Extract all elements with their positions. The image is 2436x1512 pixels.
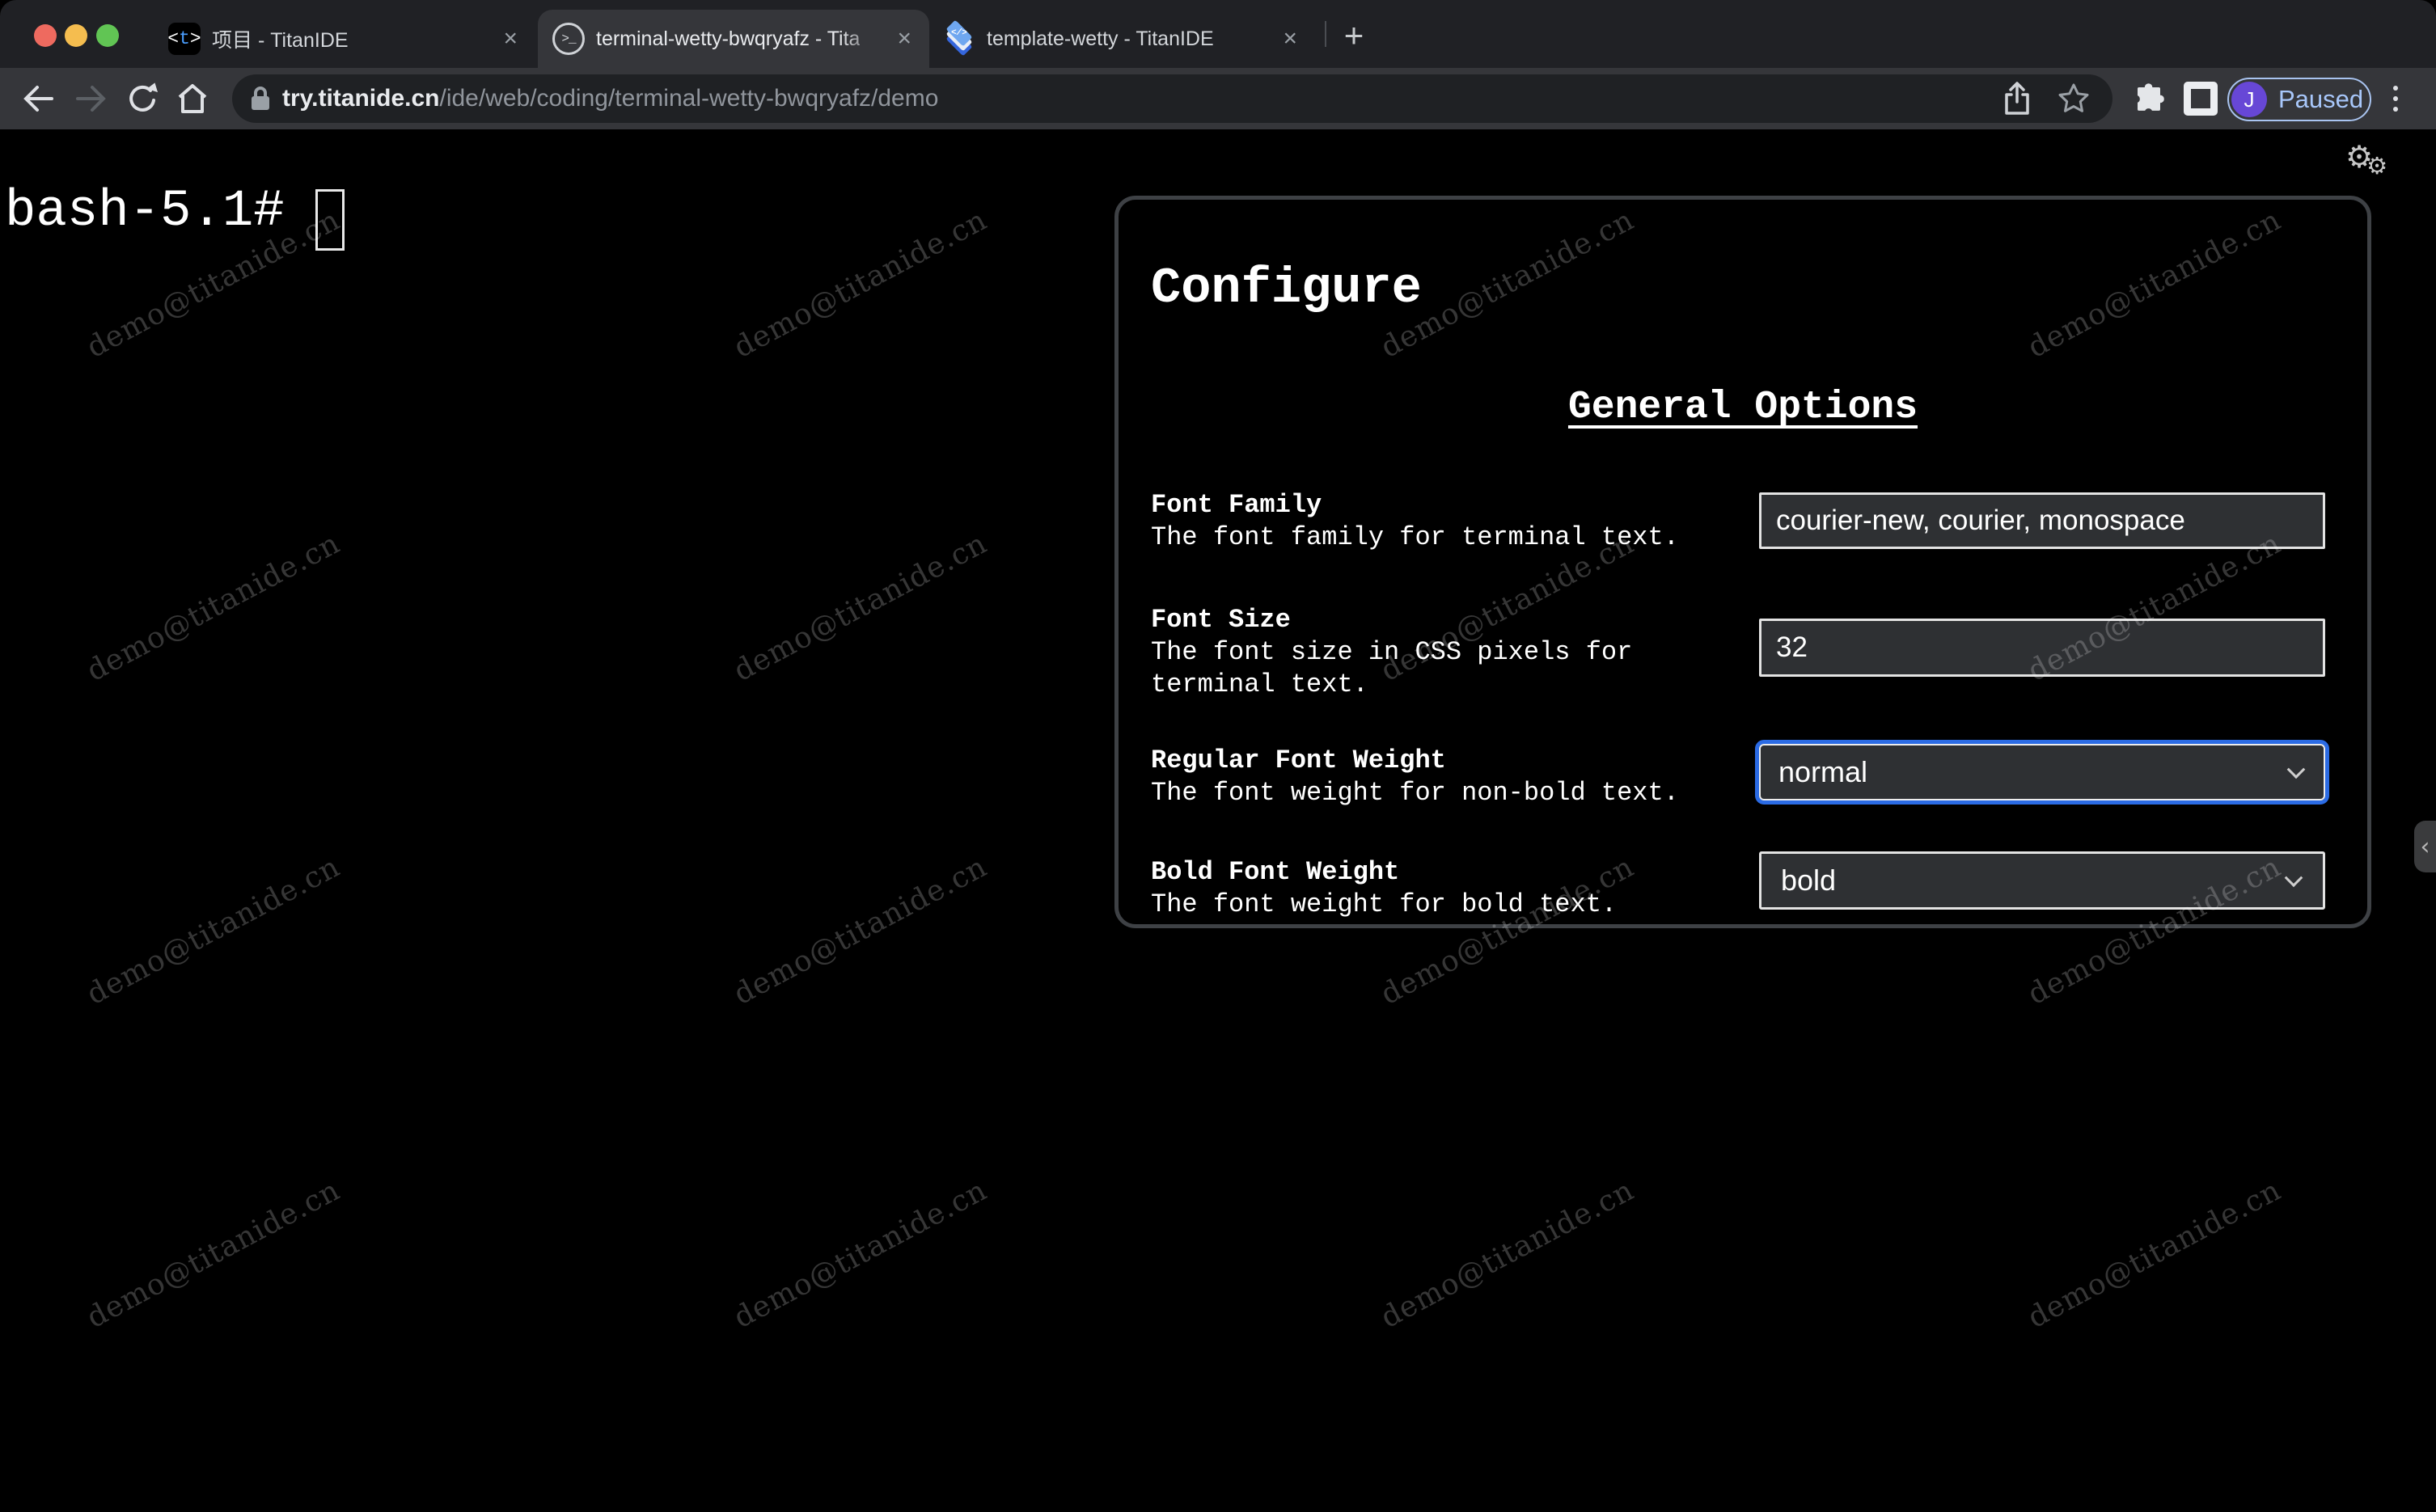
lock-icon xyxy=(250,86,271,112)
home-icon[interactable] xyxy=(173,79,212,118)
watermark-text: demo@titanide.cn xyxy=(81,526,346,688)
regular-font-weight-select[interactable]: normal xyxy=(1755,740,2329,805)
watermark-text: demo@titanide.cn xyxy=(728,526,993,688)
select-inner-border xyxy=(1759,744,2325,800)
watermark-text: demo@titanide.cn xyxy=(2022,1173,2287,1335)
font-family-description: The font family for terminal text. xyxy=(1151,522,1679,552)
font-size-description: The font size in CSS pixels for terminal… xyxy=(1151,637,1633,699)
watermark-text: demo@titanide.cn xyxy=(728,850,993,1012)
font-size-label: Font Size xyxy=(1151,605,1291,635)
share-icon[interactable] xyxy=(2001,81,2033,116)
profile-status-badge: Paused xyxy=(2278,85,2364,113)
terminal-page: bash-5.1# ⚙ ⚙ Configure General Options … xyxy=(0,129,2436,1512)
tab-project-titanide[interactable]: < t > 项目 - TitanIDE × xyxy=(154,10,535,68)
tab-strip: < t > 项目 - TitanIDE × >_ terminal-wetty-bw… xyxy=(0,0,2436,68)
browser-menu-icon[interactable] xyxy=(2387,79,2404,118)
browser-window: < t > 项目 - TitanIDE × >_ terminal-wetty-bw… xyxy=(0,0,2436,1512)
tab-title: 项目 - TitanIDE xyxy=(212,29,349,52)
url-path: /ide/web/coding/terminal-wetty-bwqryafz/… xyxy=(439,85,939,112)
forward-icon[interactable] xyxy=(71,79,110,118)
back-icon[interactable] xyxy=(19,79,58,118)
new-tab-button[interactable]: + xyxy=(1336,16,1372,54)
tab-title: terminal-wetty-bwqryafz - Tita xyxy=(596,27,861,50)
browser-toolbar: try.titanide.cn/ide/web/coding/terminal-… xyxy=(0,68,2436,129)
regular-font-weight-description: The font weight for non-bold text. xyxy=(1151,778,1679,808)
reload-icon[interactable] xyxy=(123,79,162,118)
collapse-panel-handle[interactable]: ‹ xyxy=(2414,821,2436,872)
side-panel-icon[interactable] xyxy=(2184,82,2218,116)
macos-minimize-button[interactable] xyxy=(65,24,87,47)
address-bar[interactable]: try.titanide.cn/ide/web/coding/terminal-… xyxy=(232,74,2112,123)
template-layers-favicon-icon: </> xyxy=(941,19,977,57)
settings-gears-icon[interactable]: ⚙ ⚙ xyxy=(2345,139,2397,184)
font-family-input[interactable] xyxy=(1759,492,2325,549)
terminal-prompt: bash-5.1# xyxy=(5,183,285,241)
watermark-text: demo@titanide.cn xyxy=(81,1173,346,1335)
tab-template-wetty[interactable]: </> template-wetty - TitanIDE × xyxy=(930,10,1312,68)
close-tab-icon[interactable]: × xyxy=(894,27,915,51)
watermark-text: demo@titanide.cn xyxy=(81,850,346,1012)
bold-font-weight-select[interactable]: bold xyxy=(1759,851,2325,910)
watermark-text: demo@titanide.cn xyxy=(1375,1173,1640,1335)
general-options-heading: General Options xyxy=(1567,386,1918,429)
font-size-input[interactable] xyxy=(1759,619,2325,677)
select-value: bold xyxy=(1781,864,1837,897)
extensions-puzzle-icon[interactable] xyxy=(2132,82,2171,120)
tab-separator xyxy=(1325,21,1326,47)
close-tab-icon[interactable]: × xyxy=(500,27,521,51)
configure-panel: Configure General Options Font Family Th… xyxy=(1114,196,2371,928)
tab-title-fade xyxy=(839,10,883,68)
url-host: try.titanide.cn xyxy=(282,85,440,112)
avatar: J xyxy=(2231,82,2267,117)
close-tab-icon[interactable]: × xyxy=(1279,27,1300,51)
watermark-text: demo@titanide.cn xyxy=(728,1173,993,1335)
configure-title: Configure xyxy=(1151,260,1422,317)
chevron-down-icon xyxy=(2284,868,2303,888)
chevron-left-icon: ‹ xyxy=(2420,832,2430,861)
bold-font-weight-description: The font weight for bold text. xyxy=(1151,889,1618,919)
tab-title: template-wetty - TitanIDE xyxy=(987,27,1214,50)
profile-pill[interactable]: J Paused xyxy=(2227,78,2371,121)
terminal-favicon-icon: >_ xyxy=(552,23,585,55)
regular-font-weight-label: Regular Font Weight xyxy=(1151,745,1446,775)
terminal-cursor[interactable] xyxy=(315,189,345,251)
macos-zoom-button[interactable] xyxy=(96,24,119,47)
watermark-text: demo@titanide.cn xyxy=(728,203,993,365)
font-family-label: Font Family xyxy=(1151,490,1322,520)
bold-font-weight-label: Bold Font Weight xyxy=(1151,857,1400,887)
bookmark-star-icon[interactable] xyxy=(2056,81,2091,116)
titanide-favicon-icon: < t > xyxy=(167,23,201,55)
macos-close-button[interactable] xyxy=(34,24,57,47)
